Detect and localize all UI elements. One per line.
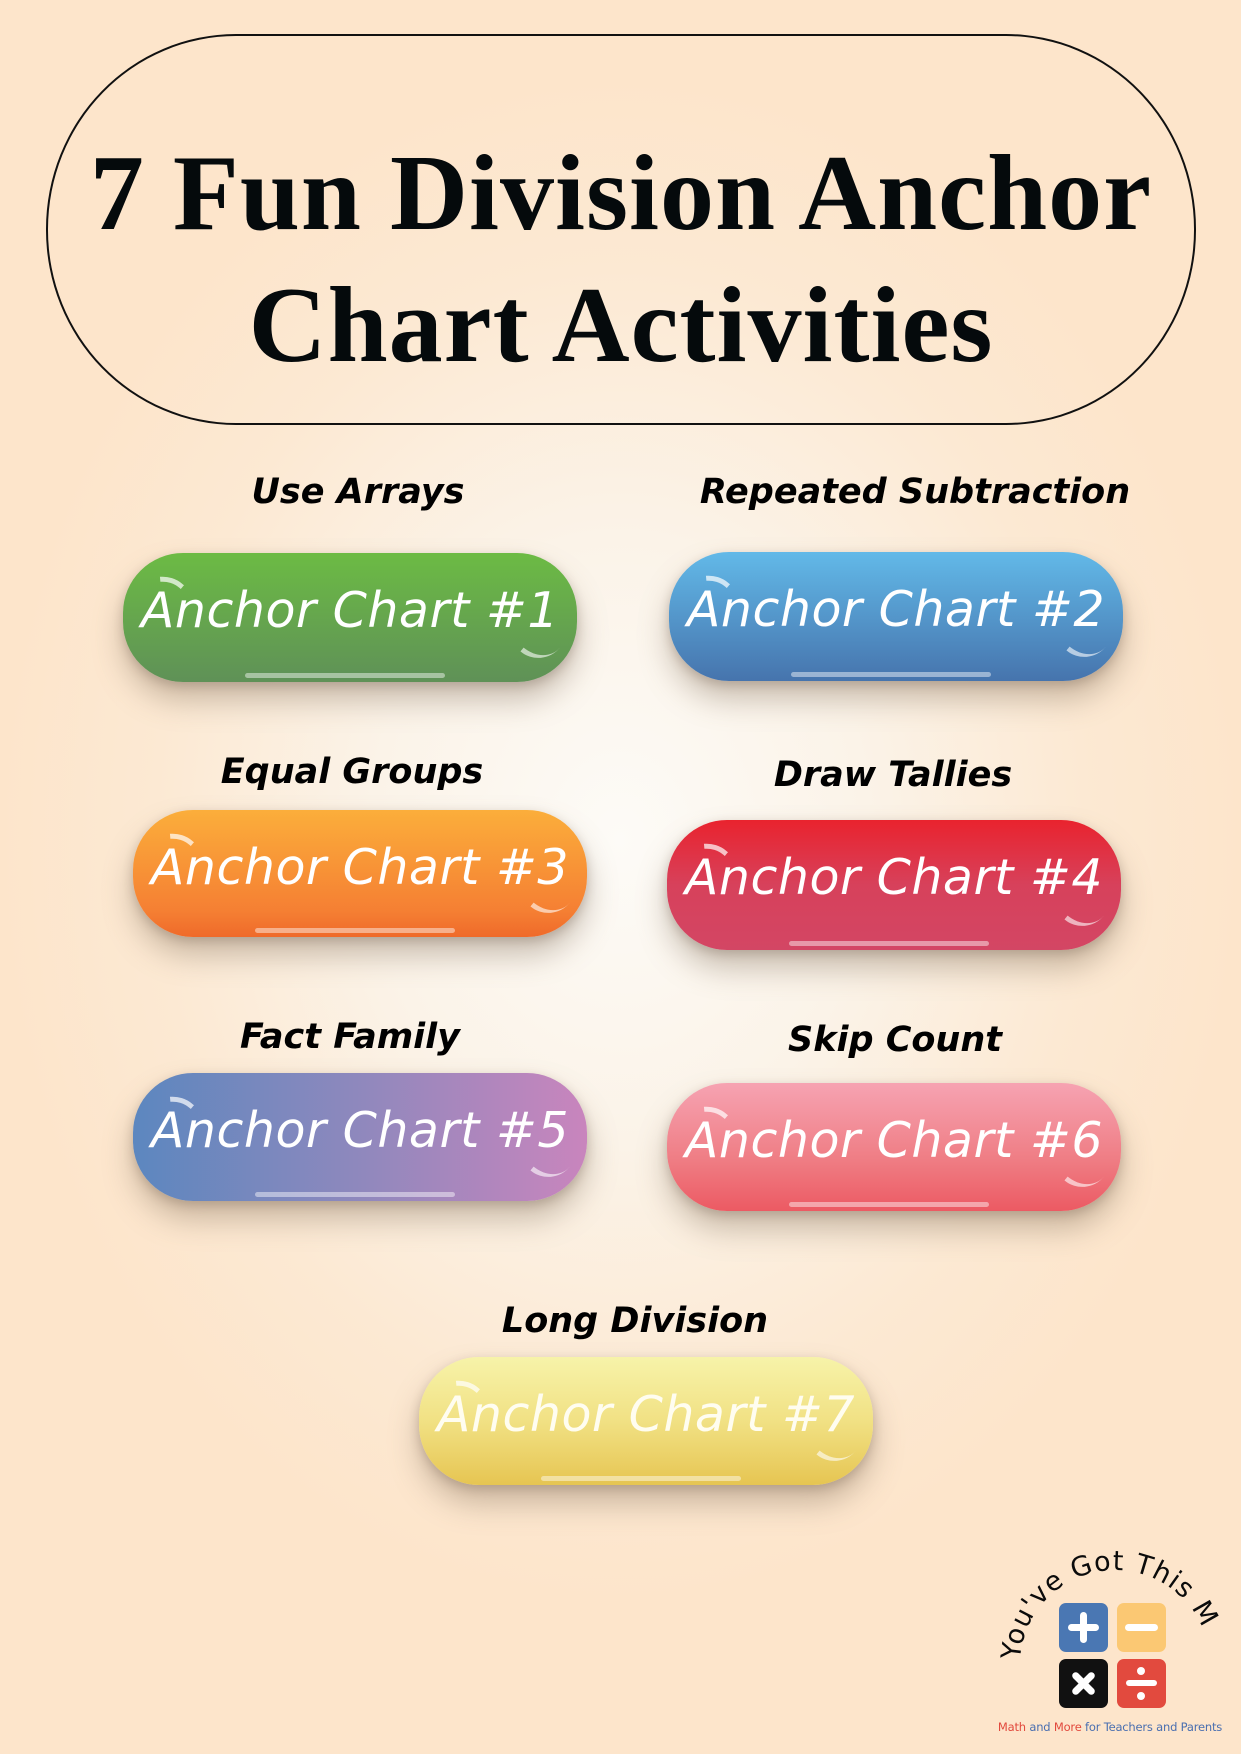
title-box: 7 Fun Division Anchor Chart Activities	[46, 34, 1196, 425]
highlight-bottom	[541, 1476, 741, 1481]
highlight-bottom	[789, 1202, 989, 1207]
highlight-bottom	[255, 928, 455, 933]
anchor-chart-6-button[interactable]: Anchor Chart #6	[667, 1083, 1121, 1211]
highlight-bottom	[245, 673, 445, 678]
anchor-chart-1-label: Anchor Chart #1	[140, 582, 560, 639]
tagline-rest: for Teachers and Parents	[1085, 1720, 1223, 1734]
anchor-chart-7-label: Anchor Chart #7	[436, 1386, 856, 1443]
highlight-bottom	[255, 1192, 455, 1197]
tagline-word-math: Math	[997, 1720, 1026, 1734]
activity-label-repeated-subtraction: Repeated Subtraction	[699, 472, 1131, 512]
anchor-chart-2-label: Anchor Chart #2	[686, 581, 1106, 638]
anchor-chart-3-button[interactable]: Anchor Chart #3	[133, 810, 587, 937]
activity-label-skip-count: Skip Count	[787, 1020, 1003, 1060]
logo-arc-text: You've Got This Math	[990, 1520, 1223, 1662]
youve-got-this-math-logo: You've Got This Math Math and More for T…	[990, 1520, 1230, 1750]
highlight-bottom	[791, 672, 991, 677]
tagline-word-and: and	[1029, 1720, 1051, 1734]
anchor-chart-3-label: Anchor Chart #3	[150, 839, 570, 896]
logo-tagline: Math and More for Teachers and Parents	[995, 1720, 1225, 1734]
tagline-word-more: More	[1053, 1720, 1082, 1734]
title-line-1: 7 Fun Division Anchor	[89, 134, 1153, 253]
anchor-chart-4-label: Anchor Chart #4	[684, 849, 1104, 906]
times-icon	[1059, 1659, 1108, 1708]
minus-icon	[1117, 1603, 1166, 1652]
activity-label-draw-tallies: Draw Tallies	[773, 755, 1013, 795]
plus-icon	[1059, 1603, 1108, 1652]
page-title: 7 Fun Division Anchor Chart Activities	[48, 128, 1194, 392]
anchor-chart-5-button[interactable]: Anchor Chart #5	[133, 1073, 587, 1201]
anchor-chart-5-label: Anchor Chart #5	[150, 1102, 570, 1159]
title-line-2: Chart Activities	[248, 266, 994, 385]
activity-label-equal-groups: Equal Groups	[220, 752, 484, 792]
highlight-bottom	[789, 941, 989, 946]
anchor-chart-1-button[interactable]: Anchor Chart #1	[123, 553, 577, 682]
anchor-chart-7-button[interactable]: Anchor Chart #7	[419, 1357, 873, 1485]
activity-label-long-division: Long Division	[501, 1301, 769, 1341]
activity-label-use-arrays: Use Arrays	[251, 472, 465, 512]
anchor-chart-6-label: Anchor Chart #6	[684, 1112, 1104, 1169]
divide-icon	[1117, 1659, 1166, 1708]
anchor-chart-4-button[interactable]: Anchor Chart #4	[667, 820, 1121, 950]
activity-label-fact-family: Fact Family	[240, 1017, 460, 1057]
anchor-chart-2-button[interactable]: Anchor Chart #2	[669, 552, 1123, 681]
